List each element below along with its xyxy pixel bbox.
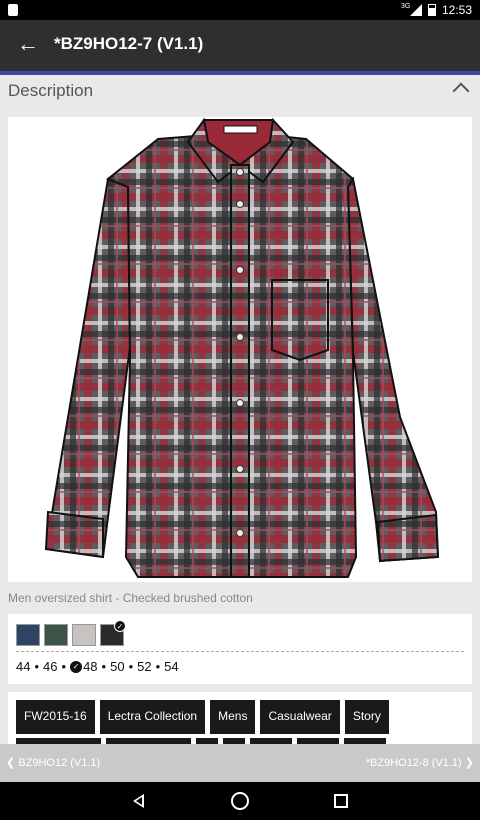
app-bar: ← *BZ9HO12-7 (V1.1) xyxy=(0,20,480,71)
color-swatch-2[interactable] xyxy=(44,624,68,646)
product-caption: Men oversized shirt - Checked brushed co… xyxy=(8,591,253,605)
system-nav-bar xyxy=(0,782,480,820)
tag-chip[interactable]: Casualwear xyxy=(260,700,340,734)
tag-chip[interactable]: Lectra Collection xyxy=(99,700,206,734)
variants-panel: ✓ 44 • 46 • ✓ 48 • 50 • 52 • 54 xyxy=(8,614,472,684)
color-swatch-3[interactable] xyxy=(72,624,96,646)
page-title: *BZ9HO12-7 (V1.1) xyxy=(54,34,204,53)
color-swatches: ✓ xyxy=(16,620,126,646)
size-option[interactable]: 46 xyxy=(43,659,57,674)
size-option-selected[interactable]: 48 xyxy=(83,659,97,674)
color-swatch-4[interactable]: ✓ xyxy=(100,620,126,646)
size-option[interactable]: 54 xyxy=(164,659,178,674)
item-pager: ❮ BZ9HO12 (V1.1) *BZ9HO12-8 (V1.1) ❯ xyxy=(0,744,480,782)
description-header[interactable]: Description xyxy=(0,75,480,109)
network-type: 3G xyxy=(400,3,411,10)
size-option[interactable]: 52 xyxy=(137,659,151,674)
checkmark-icon: ✓ xyxy=(114,620,126,632)
size-option[interactable]: 44 xyxy=(16,659,30,674)
size-option[interactable]: 50 xyxy=(110,659,124,674)
nav-home-icon[interactable] xyxy=(231,792,249,810)
status-bar: 3G 12:53 xyxy=(0,0,480,20)
checkmark-icon: ✓ xyxy=(70,660,83,673)
nav-back-icon[interactable] xyxy=(130,792,148,810)
back-arrow-icon[interactable]: ← xyxy=(16,32,40,56)
nav-recents-icon[interactable] xyxy=(334,794,348,808)
tag-chip[interactable]: Story xyxy=(344,700,389,734)
section-title: Description xyxy=(8,81,94,100)
sd-card-icon xyxy=(8,4,18,16)
tag-chip[interactable]: FW2015-16 xyxy=(16,700,95,734)
chevron-up-icon[interactable] xyxy=(452,78,472,98)
signal-icon: 3G xyxy=(401,3,422,16)
tag-chip[interactable]: Mens xyxy=(210,700,256,734)
tag-list: FW2015-16 Lectra Collection Mens Casualw… xyxy=(16,700,389,734)
color-swatch-1[interactable] xyxy=(16,624,40,646)
previous-item-link[interactable]: ❮ BZ9HO12 (V1.1) xyxy=(6,756,100,769)
battery-icon xyxy=(427,4,436,16)
tags-panel: FW2015-16 Lectra Collection Mens Casualw… xyxy=(8,692,472,744)
next-item-link[interactable]: *BZ9HO12-8 (V1.1) ❯ xyxy=(366,756,474,769)
product-image xyxy=(8,117,472,582)
clock: 12:53 xyxy=(441,3,472,17)
shirt-illustration xyxy=(44,117,440,578)
size-list: 44 • 46 • ✓ 48 • 50 • 52 • 54 xyxy=(16,659,179,674)
divider xyxy=(16,651,464,652)
